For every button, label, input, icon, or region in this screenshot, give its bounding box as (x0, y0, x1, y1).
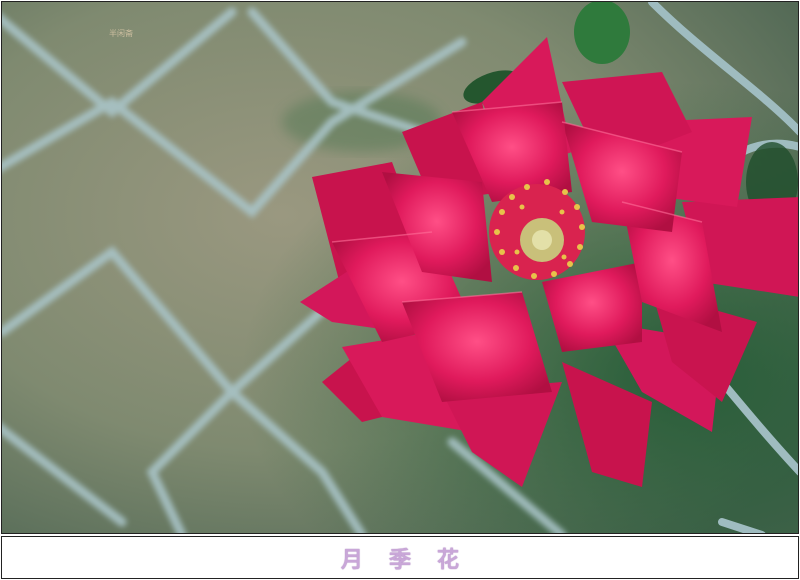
rose-photo-illustration (2, 2, 798, 533)
rose-photo (1, 1, 799, 534)
caption-title: 月季花 (340, 546, 485, 573)
caption-bar: 月季花 (1, 536, 799, 579)
framed-photo: 半闲斋 月季花 (0, 0, 800, 580)
photo-watermark: 半闲斋 (109, 29, 133, 38)
